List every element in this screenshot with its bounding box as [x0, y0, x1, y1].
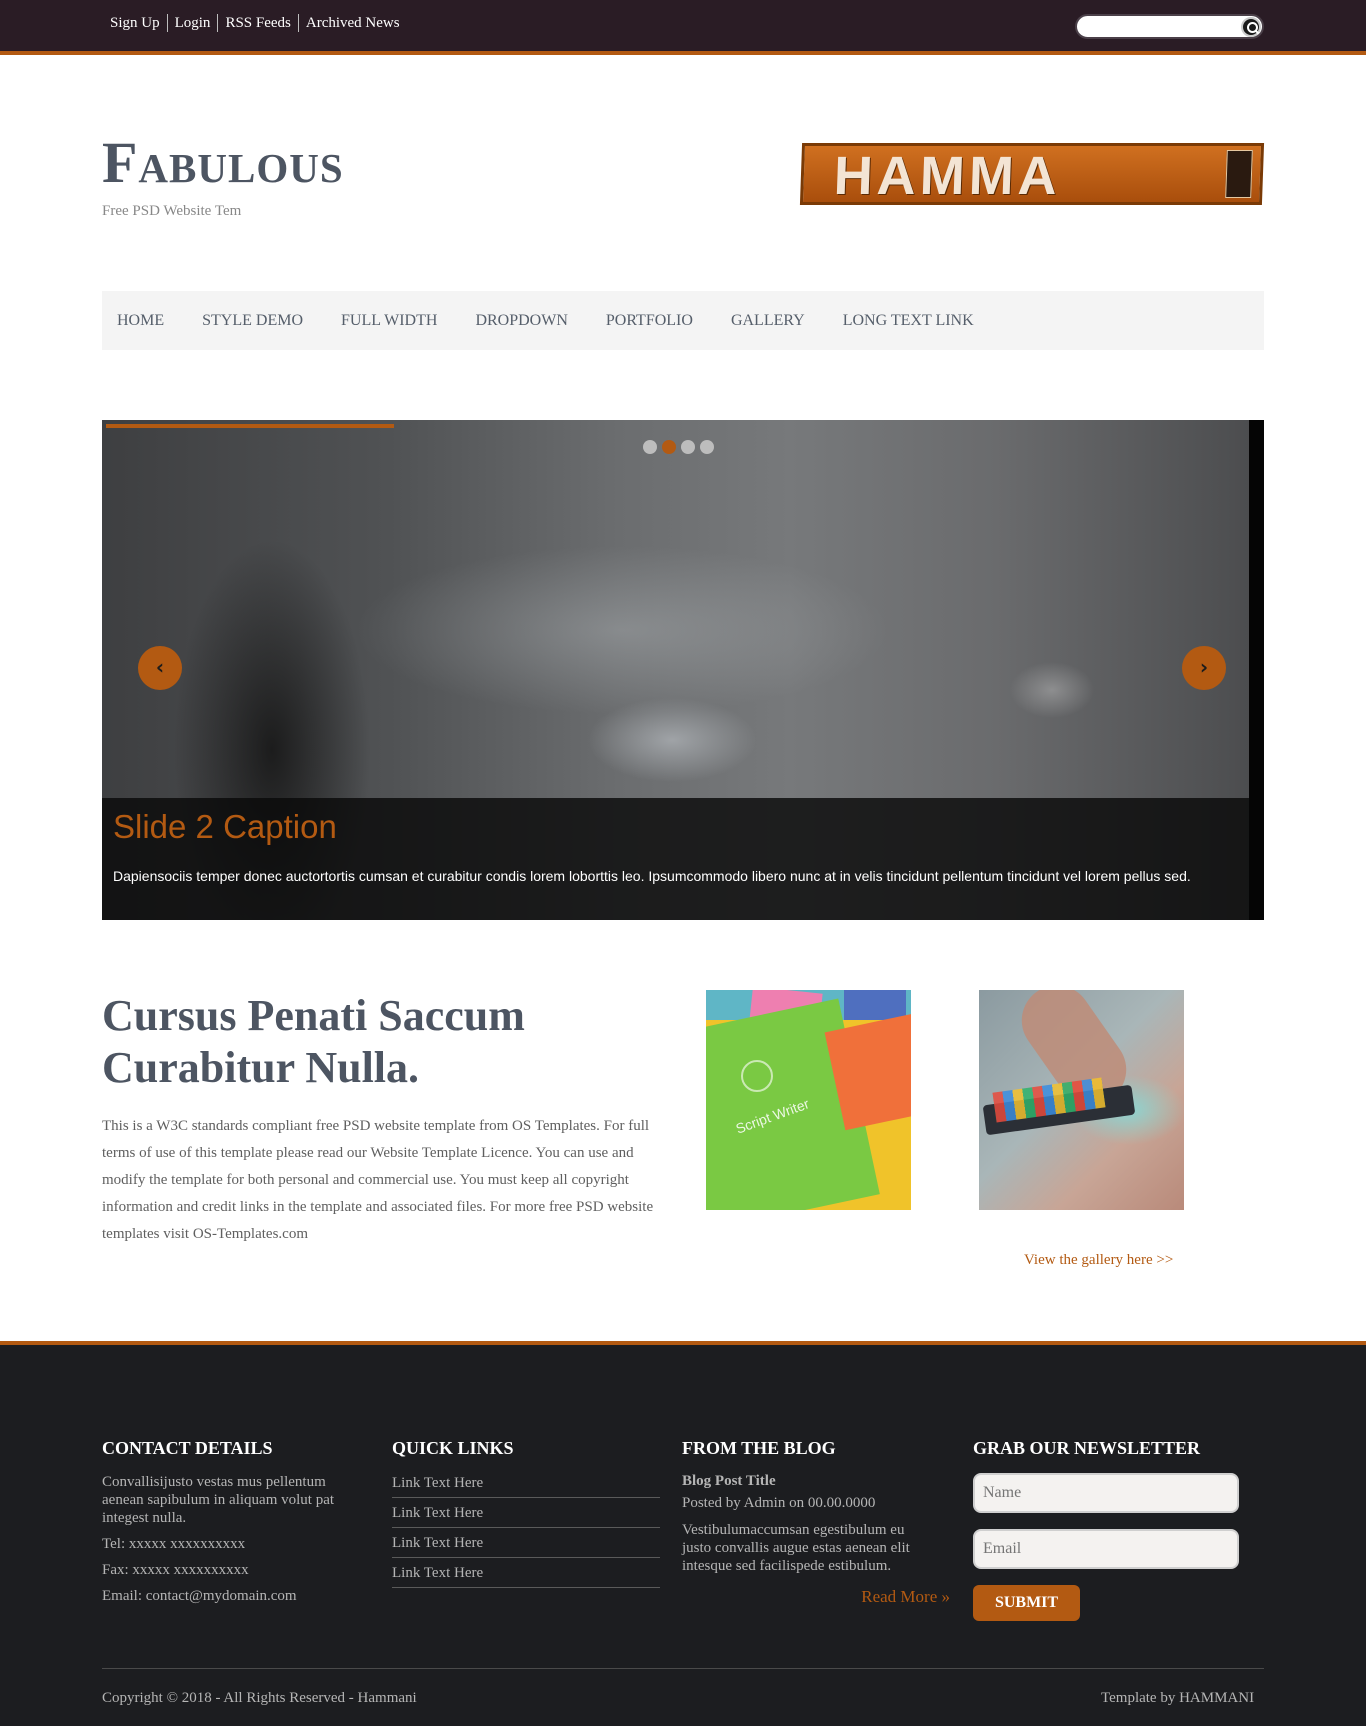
- nav-item-gallery[interactable]: GALLERY: [731, 312, 805, 330]
- footer-newsletter-heading: GRAB OUR NEWSLETTER: [973, 1438, 1201, 1458]
- slide-dot-2[interactable]: [662, 440, 676, 454]
- footer-blog: FROM THE BLOG Blog Post Title Posted by …: [682, 1438, 950, 1607]
- search-box: [1075, 14, 1264, 39]
- template-credit: Template by HAMMANI: [1101, 1690, 1255, 1706]
- slide-progress-bar: [106, 424, 394, 428]
- footer-quick-links: QUICK LINKS Link Text Here Link Text Her…: [392, 1438, 660, 1593]
- footer-contact-text: Convallisijusto vestas mus pellentum aen…: [102, 1474, 335, 1526]
- nav-item-long-text-link[interactable]: LONG TEXT LINK: [843, 312, 974, 330]
- site-title[interactable]: Fabulous: [102, 132, 344, 194]
- chevron-left-icon[interactable]: ‹: [138, 646, 182, 690]
- slide-dot-4[interactable]: [700, 440, 714, 454]
- slide-dots: [643, 440, 719, 454]
- slide-caption-title: Slide 2 Caption: [113, 808, 337, 845]
- chevron-right-icon[interactable]: ›: [1182, 646, 1226, 690]
- thumb-1-shape: [844, 990, 906, 1020]
- copyright-text: Copyright © 2018 - All Rights Reserved -…: [102, 1690, 417, 1706]
- quick-link-3[interactable]: Link Text Here: [392, 1533, 660, 1558]
- login-link[interactable]: Login: [166, 14, 218, 32]
- nav-item-dropdown[interactable]: DROPDOWN: [475, 312, 567, 330]
- quick-link-2[interactable]: Link Text Here: [392, 1503, 660, 1528]
- newsletter-submit-button[interactable]: SUBMIT: [973, 1585, 1080, 1621]
- newsletter-name-field[interactable]: [973, 1473, 1239, 1513]
- banner-logo-text: HAMMA: [832, 146, 1062, 206]
- sign-up-link[interactable]: Sign Up: [110, 14, 167, 32]
- slide-dot-1[interactable]: [643, 440, 657, 454]
- blog-post-meta: Posted by Admin on 00.00.0000: [682, 1495, 876, 1511]
- archived-news-link[interactable]: Archived News: [297, 14, 407, 32]
- quick-link-4[interactable]: Link Text Here: [392, 1563, 660, 1588]
- view-gallery-link[interactable]: View the gallery here >>: [1024, 1252, 1173, 1269]
- footer-email: Email: contact@mydomain.com: [102, 1588, 297, 1604]
- site-tagline: Free PSD Website Tem: [102, 203, 242, 219]
- image-slider: ‹ › Slide 2 Caption Dapiensociis temper …: [102, 420, 1264, 920]
- rss-feeds-link[interactable]: RSS Feeds: [217, 14, 297, 32]
- footer-contact: CONTACT DETAILS Convallisijusto vestas m…: [102, 1438, 352, 1605]
- search-icon[interactable]: [1241, 17, 1261, 37]
- gallery-thumb-1[interactable]: Script Writer: [706, 990, 911, 1210]
- read-more-link[interactable]: Read More »: [682, 1587, 950, 1607]
- footer-newsletter: GRAB OUR NEWSLETTER SUBMIT: [973, 1438, 1241, 1621]
- gallery-thumb-2[interactable]: [979, 990, 1184, 1210]
- footer-quick-links-heading: QUICK LINKS: [392, 1438, 514, 1458]
- nav-item-portfolio[interactable]: PORTFOLIO: [606, 312, 693, 330]
- quick-link-1[interactable]: Link Text Here: [392, 1473, 660, 1498]
- banner-logo-mark: [1225, 150, 1253, 198]
- slide-caption-text: Dapiensociis temper donec auctortortis c…: [113, 868, 1191, 884]
- top-links: Sign Up Login RSS Feeds Archived News: [110, 14, 407, 32]
- footer-tel: Tel: xxxxx xxxxxxxxxx: [102, 1536, 246, 1552]
- main-nav: HOME STYLE DEMO FULL WIDTH DROPDOWN PORT…: [102, 291, 1264, 350]
- footer-blog-heading: FROM THE BLOG: [682, 1438, 836, 1458]
- footer-fax: Fax: xxxxx xxxxxxxxxx: [102, 1562, 249, 1578]
- slide-dot-3[interactable]: [681, 440, 695, 454]
- newsletter-email-field[interactable]: [973, 1529, 1239, 1569]
- nav-item-style-demo[interactable]: STYLE DEMO: [202, 312, 303, 330]
- slide-caption: Slide 2 Caption Dapiensociis temper done…: [102, 798, 1249, 920]
- footer-contact-heading: CONTACT DETAILS: [102, 1438, 273, 1458]
- top-bar: Sign Up Login RSS Feeds Archived News: [0, 0, 1366, 55]
- slide-edge: [1249, 420, 1264, 920]
- pencil-icon: [741, 1060, 773, 1092]
- footer-divider: [102, 1668, 1264, 1669]
- nav-item-home[interactable]: HOME: [117, 312, 164, 330]
- search-input[interactable]: [1087, 19, 1227, 35]
- blog-post-title[interactable]: Blog Post Title: [682, 1473, 950, 1490]
- nav-item-full-width[interactable]: FULL WIDTH: [341, 312, 437, 330]
- header-banner[interactable]: HAMMA: [799, 143, 1265, 206]
- content-intro: This is a W3C standards compliant free P…: [102, 1118, 654, 1242]
- content-headline: Cursus Penati Saccum Curabitur Nulla.: [102, 991, 525, 1092]
- footer: CONTACT DETAILS Convallisijusto vestas m…: [0, 1341, 1366, 1726]
- blog-post-excerpt: Vestibulumaccumsan egestibulum eu justo …: [682, 1522, 910, 1574]
